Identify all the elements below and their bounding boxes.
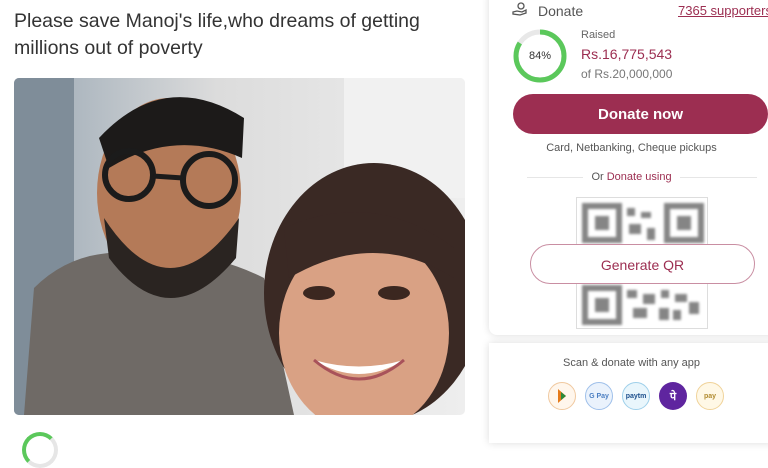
paytm-label: paytm	[625, 392, 647, 400]
paytm-icon[interactable]: paytm	[622, 382, 650, 410]
donate-header: Donate	[512, 0, 583, 22]
generate-qr-button[interactable]: Generate QR	[530, 244, 755, 284]
phonepe-label: पे	[669, 390, 677, 403]
bhim-icon[interactable]	[548, 382, 576, 410]
gpay-label: G Pay	[589, 392, 609, 400]
upi-apps: G Pay paytm पे pay	[548, 382, 724, 410]
secondary-progress-ring	[22, 432, 58, 468]
or-prefix: Or	[591, 171, 604, 183]
payment-methods: Card, Netbanking, Cheque pickups	[546, 142, 717, 154]
hand-coin-icon	[512, 1, 528, 22]
or-donate-using: Or Donate using	[489, 171, 768, 183]
donate-label: Donate	[538, 3, 584, 19]
upi-icon[interactable]: pay	[696, 382, 724, 410]
donate-now-button[interactable]: Donate now	[513, 94, 768, 134]
scan-text: Scan & donate with any app	[563, 357, 700, 369]
supporters-link[interactable]: 7365 supporters	[678, 3, 768, 18]
goal-amount: of Rs.20,000,000	[581, 67, 673, 81]
gpay-icon[interactable]: G Pay	[585, 382, 613, 410]
campaign-title: Please save Manoj's life,who dreams of g…	[14, 10, 420, 59]
progress-percent: 84%	[528, 50, 552, 62]
raised-amount: Rs.16,775,543	[581, 46, 673, 62]
phonepe-icon[interactable]: पे	[659, 382, 687, 410]
donate-using-link[interactable]: Donate using	[607, 171, 672, 183]
campaign-photo	[14, 78, 465, 415]
raised-label: Raised	[581, 29, 616, 41]
upi-label: pay	[703, 392, 717, 400]
